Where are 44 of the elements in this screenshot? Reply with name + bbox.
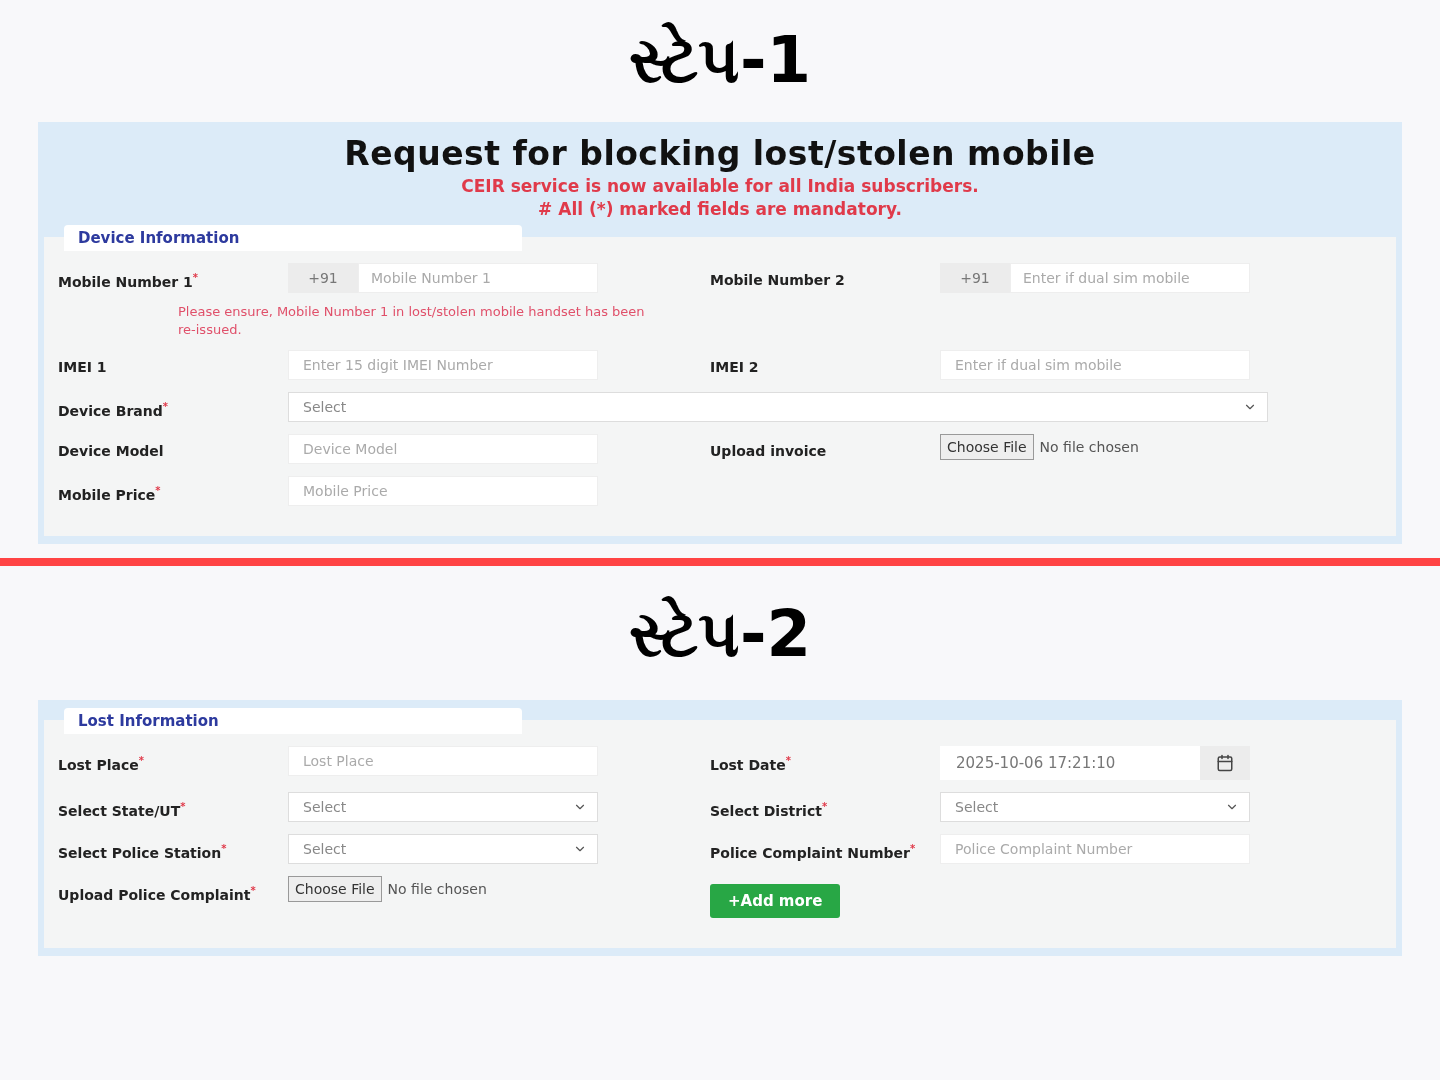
- input-field[interactable]: Enter 15 digit IMEI Number: [288, 350, 598, 381]
- field-label: Upload invoice: [710, 442, 828, 462]
- input-field[interactable]: Mobile Number 1: [358, 263, 598, 293]
- step-heading: સ્ટેપ-1: [628, 21, 812, 99]
- field-label: Device Model: [58, 442, 165, 462]
- file-status: No file chosen: [387, 881, 487, 898]
- warning-text: Please ensure, Mobile Number 1 in lost/stolen mobile handset has been re-issued.: [178, 303, 646, 339]
- field-label: Select Police Station$^{*}$: [58, 842, 228, 863]
- choose-file-button[interactable]: Choose File: [940, 434, 1034, 461]
- input-field[interactable]: Lost Place: [288, 746, 598, 777]
- step-heading: સ્ટેપ-2: [628, 595, 812, 674]
- choose-file-button[interactable]: Choose File: [288, 876, 382, 903]
- input-field[interactable]: Enter if dual sim mobile: [940, 350, 1250, 381]
- select-field[interactable]: Select: [288, 834, 598, 865]
- add-more-button[interactable]: +Add more: [710, 884, 841, 919]
- country-code: +91: [288, 263, 358, 293]
- field-label: Upload Police Complaint$^{*}$: [58, 884, 257, 905]
- notice-text: CEIR service is now available for all India subscribers.: [461, 176, 979, 196]
- input-field[interactable]: Enter if dual sim mobile: [1010, 263, 1250, 293]
- date-field[interactable]: 2025-10-06 17:21:10: [940, 746, 1250, 781]
- select-field[interactable]: Select: [288, 792, 598, 823]
- select-field[interactable]: Select: [288, 392, 1268, 423]
- form-title: Request for blocking lost/stolen mobile: [344, 134, 1096, 173]
- field-label: IMEI 2: [710, 358, 760, 378]
- field-label: Mobile Number 1$^{*}$: [58, 271, 200, 292]
- notice-text: # All (*) marked fields are mandatory.: [538, 199, 902, 219]
- country-code: +91: [940, 263, 1010, 293]
- section-title: Device Information: [64, 225, 522, 251]
- input-field[interactable]: Police Complaint Number: [940, 834, 1250, 865]
- file-status: No file chosen: [1039, 439, 1139, 456]
- input-field[interactable]: Mobile Price: [288, 476, 598, 507]
- field-label: Select District$^{*}$: [710, 800, 829, 821]
- section-title: Lost Information: [64, 708, 522, 735]
- field-label: Police Complaint Number$^{*}$: [710, 842, 917, 863]
- field-label: Lost Place$^{*}$: [58, 754, 145, 775]
- field-label: IMEI 1: [58, 358, 108, 378]
- field-label: Mobile Number 2: [710, 271, 846, 290]
- field-label: Device Brand$^{*}$: [58, 400, 169, 421]
- field-label: Lost Date$^{*}$: [710, 754, 792, 775]
- select-field[interactable]: Select: [940, 792, 1250, 823]
- field-label: Select State/UT$^{*}$: [58, 800, 187, 821]
- input-field[interactable]: Device Model: [288, 434, 598, 465]
- calendar-icon: [1216, 754, 1234, 773]
- field-label: Mobile Price$^{*}$: [58, 484, 162, 505]
